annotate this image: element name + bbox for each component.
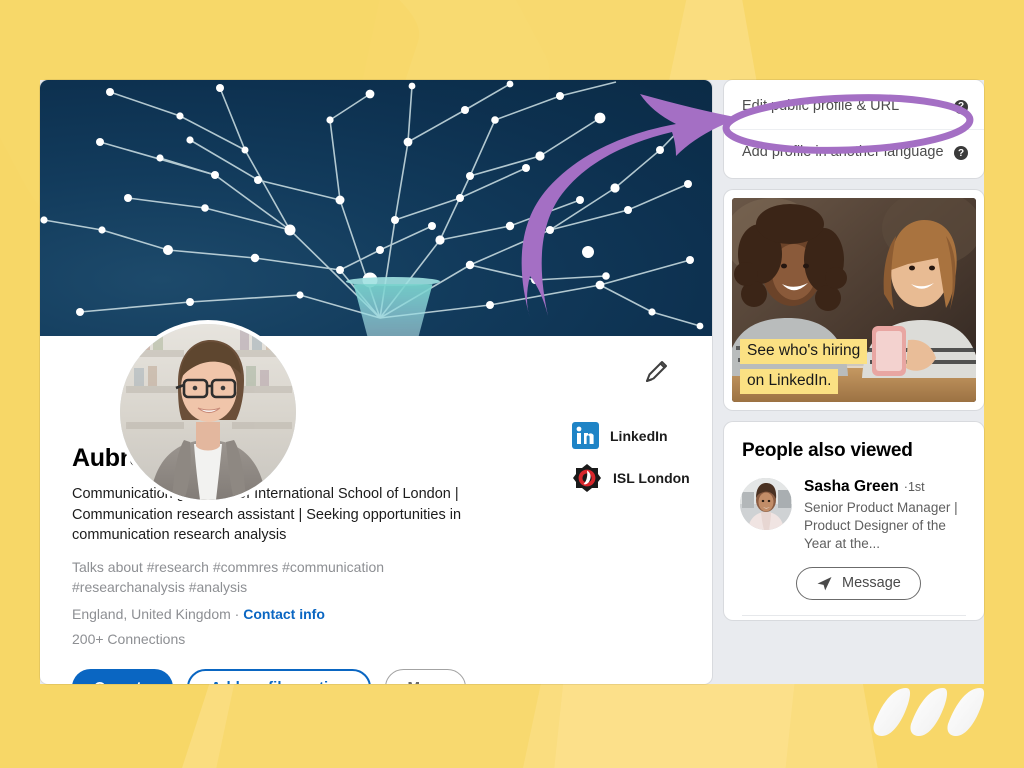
profile-headline: Communication graduate of International …	[72, 486, 462, 544]
sidebar-item-add-language[interactable]: Add profile in another language ?	[724, 129, 984, 175]
avatar[interactable]	[740, 477, 792, 530]
location-separator: ·	[234, 606, 240, 623]
connections-count: 200+ Connections	[72, 631, 186, 648]
isl-london-logo-icon	[573, 464, 601, 492]
setting-label: Edit public profile & URL	[742, 98, 900, 114]
brand-logo	[873, 688, 985, 736]
person-subtitle: Senior Product Manager | Product Designe…	[804, 499, 958, 551]
list-item-body: Sasha Green ·1st Senior Product Manager …	[804, 478, 968, 553]
ad-caption-line-2: on LinkedIn.	[740, 368, 839, 394]
edit-profile-pencil-button[interactable]	[640, 354, 674, 388]
help-icon[interactable]: ?	[954, 146, 968, 161]
sidebar: Edit public profile & URL ? Add profile …	[724, 80, 984, 684]
people-also-viewed-title: People also viewed	[742, 439, 913, 461]
profile-badges: LinkedIn ISL London	[572, 422, 690, 493]
linkedin-page: Aubrey Johnsons Communication graduate o…	[40, 80, 984, 684]
talks-about: Talks about #research #commres #communic…	[72, 558, 385, 596]
setting-label: Add profile in another language	[742, 144, 944, 161]
add-profile-section-button[interactable]: Add profile section	[186, 669, 371, 684]
avatar[interactable]	[116, 320, 300, 504]
ad-caption-line-1: See who's hiring	[740, 339, 868, 364]
linkedin-logo-icon	[572, 422, 599, 449]
pencil-icon	[646, 361, 667, 382]
message-button[interactable]: Message	[796, 566, 921, 600]
badge-label: ISL London	[613, 470, 690, 486]
message-button-wrap: Message	[740, 553, 968, 600]
divider	[742, 614, 966, 616]
ad-caption: See who's hiring on LinkedIn.	[740, 339, 868, 394]
hiring-ad-card[interactable]: See who's hiring on LinkedIn.	[724, 189, 984, 410]
people-also-viewed-card: People also viewed Sasha Green ·1st Seni…	[724, 421, 984, 620]
badge-linkedin[interactable]: LinkedIn	[572, 422, 690, 449]
screenshot-root: Aubrey Johnsons Communication graduate o…	[0, 0, 1024, 768]
badge-isl-london[interactable]: ISL London	[572, 463, 690, 493]
badge-label: LinkedIn	[610, 427, 668, 444]
help-icon[interactable]: ?	[954, 99, 968, 114]
message-button-label: Message	[842, 575, 901, 592]
location-row: England, United Kingdom · Contact info	[72, 606, 712, 622]
contact-info-link[interactable]: Contact info	[243, 606, 325, 622]
ad-image: See who's hiring on LinkedIn.	[732, 197, 976, 402]
open-to-button[interactable]: Open to	[72, 669, 173, 684]
profile-actions: Open to Add profile section More	[40, 669, 712, 684]
sidebar-item-edit-public-profile[interactable]: Edit public profile & URL ?	[724, 84, 984, 129]
profile-card: Aubrey Johnsons Communication graduate o…	[40, 80, 712, 684]
cover-banner[interactable]	[40, 80, 712, 336]
list-item: Sasha Green ·1st Senior Product Manager …	[740, 477, 968, 553]
more-button[interactable]: More	[384, 669, 467, 684]
person-name[interactable]: Sasha Green	[804, 478, 899, 496]
send-icon	[817, 576, 832, 591]
profile-main-column: Aubrey Johnsons Communication graduate o…	[40, 80, 712, 684]
connection-degree: ·1st	[903, 479, 925, 494]
profile-settings-card: Edit public profile & URL ? Add profile …	[724, 80, 984, 178]
person-name-row: Sasha Green ·1st	[804, 478, 968, 496]
location-text: England, United Kingdom	[72, 606, 231, 623]
